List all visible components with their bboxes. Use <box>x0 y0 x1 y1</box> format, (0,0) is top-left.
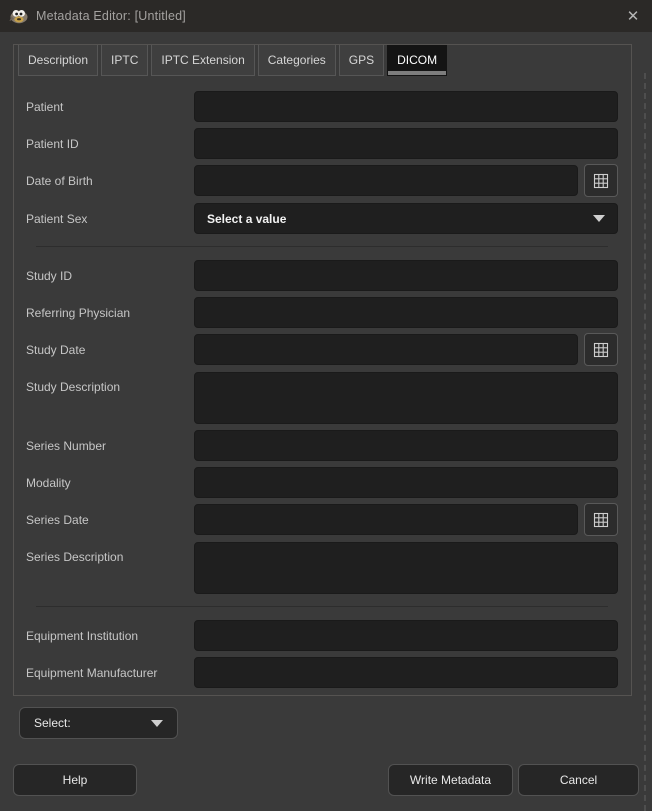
write-metadata-button-label: Write Metadata <box>410 773 491 787</box>
modality-label: Modality <box>26 476 194 490</box>
equipment-institution-input[interactable] <box>194 620 618 651</box>
tab-iptc-extension[interactable]: IPTC Extension <box>151 45 254 76</box>
dicom-form: Patient Patient ID Date of Birth <box>14 79 631 695</box>
series-description-label: Series Description <box>26 542 194 564</box>
study-description-label: Study Description <box>26 372 194 394</box>
select-dropdown-label: Select: <box>34 716 71 730</box>
calendar-grid-icon <box>593 342 609 358</box>
metadata-editor-dialog: Metadata Editor: [Untitled] ✕ Descriptio… <box>0 0 652 811</box>
tab-dicom[interactable]: DICOM <box>387 45 447 76</box>
study-id-label: Study ID <box>26 269 194 283</box>
tab-categories[interactable]: Categories <box>258 45 336 76</box>
equipment-manufacturer-label: Equipment Manufacturer <box>26 666 194 680</box>
referring-physician-input[interactable] <box>194 297 618 328</box>
form-row: Equipment Manufacturer <box>26 657 618 688</box>
study-date-calendar-button[interactable] <box>584 333 618 366</box>
patient-sex-value: Select a value <box>207 212 286 226</box>
gimp-wilber-icon <box>9 8 29 24</box>
section-separator <box>36 606 608 607</box>
form-row: Modality <box>26 467 618 498</box>
equipment-manufacturer-input[interactable] <box>194 657 618 688</box>
study-description-textarea[interactable] <box>194 372 618 424</box>
chevron-down-icon <box>151 720 163 727</box>
form-row: Date of Birth <box>26 165 618 197</box>
series-date-label: Series Date <box>26 513 194 527</box>
modality-input[interactable] <box>194 467 618 498</box>
study-id-input[interactable] <box>194 260 618 291</box>
form-row: Patient ID <box>26 128 618 159</box>
study-date-label: Study Date <box>26 343 194 357</box>
form-row: Patient <box>26 91 618 122</box>
series-date-calendar-button[interactable] <box>584 503 618 536</box>
write-metadata-button[interactable]: Write Metadata <box>388 764 513 796</box>
study-date-input[interactable] <box>194 334 578 365</box>
help-button[interactable]: Help <box>13 764 137 796</box>
patient-id-input[interactable] <box>194 128 618 159</box>
select-dropdown[interactable]: Select: <box>19 707 178 739</box>
tab-iptc[interactable]: IPTC <box>101 45 148 76</box>
referring-physician-label: Referring Physician <box>26 306 194 320</box>
patient-id-label: Patient ID <box>26 137 194 151</box>
tab-strip: Description IPTC IPTC Extension Categori… <box>18 45 447 78</box>
form-row: Patient Sex Select a value <box>26 203 618 234</box>
patient-input[interactable] <box>194 91 618 122</box>
form-row: Series Description <box>26 542 618 594</box>
form-row: Series Date <box>26 504 618 536</box>
patient-label: Patient <box>26 100 194 114</box>
notebook-frame: Description IPTC IPTC Extension Categori… <box>13 44 632 696</box>
series-date-input[interactable] <box>194 504 578 535</box>
section-separator <box>36 246 608 247</box>
patient-sex-label: Patient Sex <box>26 212 194 226</box>
series-number-label: Series Number <box>26 439 194 453</box>
form-row: Equipment Institution <box>26 620 618 651</box>
calendar-grid-icon <box>593 173 609 189</box>
close-icon[interactable]: ✕ <box>620 4 646 28</box>
form-row: Study Date <box>26 334 618 366</box>
series-number-input[interactable] <box>194 430 618 461</box>
tab-description[interactable]: Description <box>18 45 98 76</box>
patient-sex-dropdown[interactable]: Select a value <box>194 203 618 234</box>
form-row: Study ID <box>26 260 618 291</box>
equipment-institution-label: Equipment Institution <box>26 629 194 643</box>
tab-gps[interactable]: GPS <box>339 45 384 76</box>
chevron-down-icon <box>593 215 605 222</box>
date-of-birth-label: Date of Birth <box>26 174 194 188</box>
date-of-birth-input[interactable] <box>194 165 578 196</box>
help-button-label: Help <box>63 773 88 787</box>
form-row: Study Description <box>26 372 618 424</box>
form-row: Referring Physician <box>26 297 618 328</box>
window-title: Metadata Editor: [Untitled] <box>36 9 186 23</box>
form-row: Series Number <box>26 430 618 461</box>
titlebar: Metadata Editor: [Untitled] ✕ <box>0 0 652 32</box>
date-of-birth-calendar-button[interactable] <box>584 164 618 197</box>
cancel-button-label: Cancel <box>560 773 597 787</box>
series-description-textarea[interactable] <box>194 542 618 594</box>
calendar-grid-icon <box>593 512 609 528</box>
scrollbar[interactable] <box>644 73 650 811</box>
cancel-button[interactable]: Cancel <box>518 764 639 796</box>
